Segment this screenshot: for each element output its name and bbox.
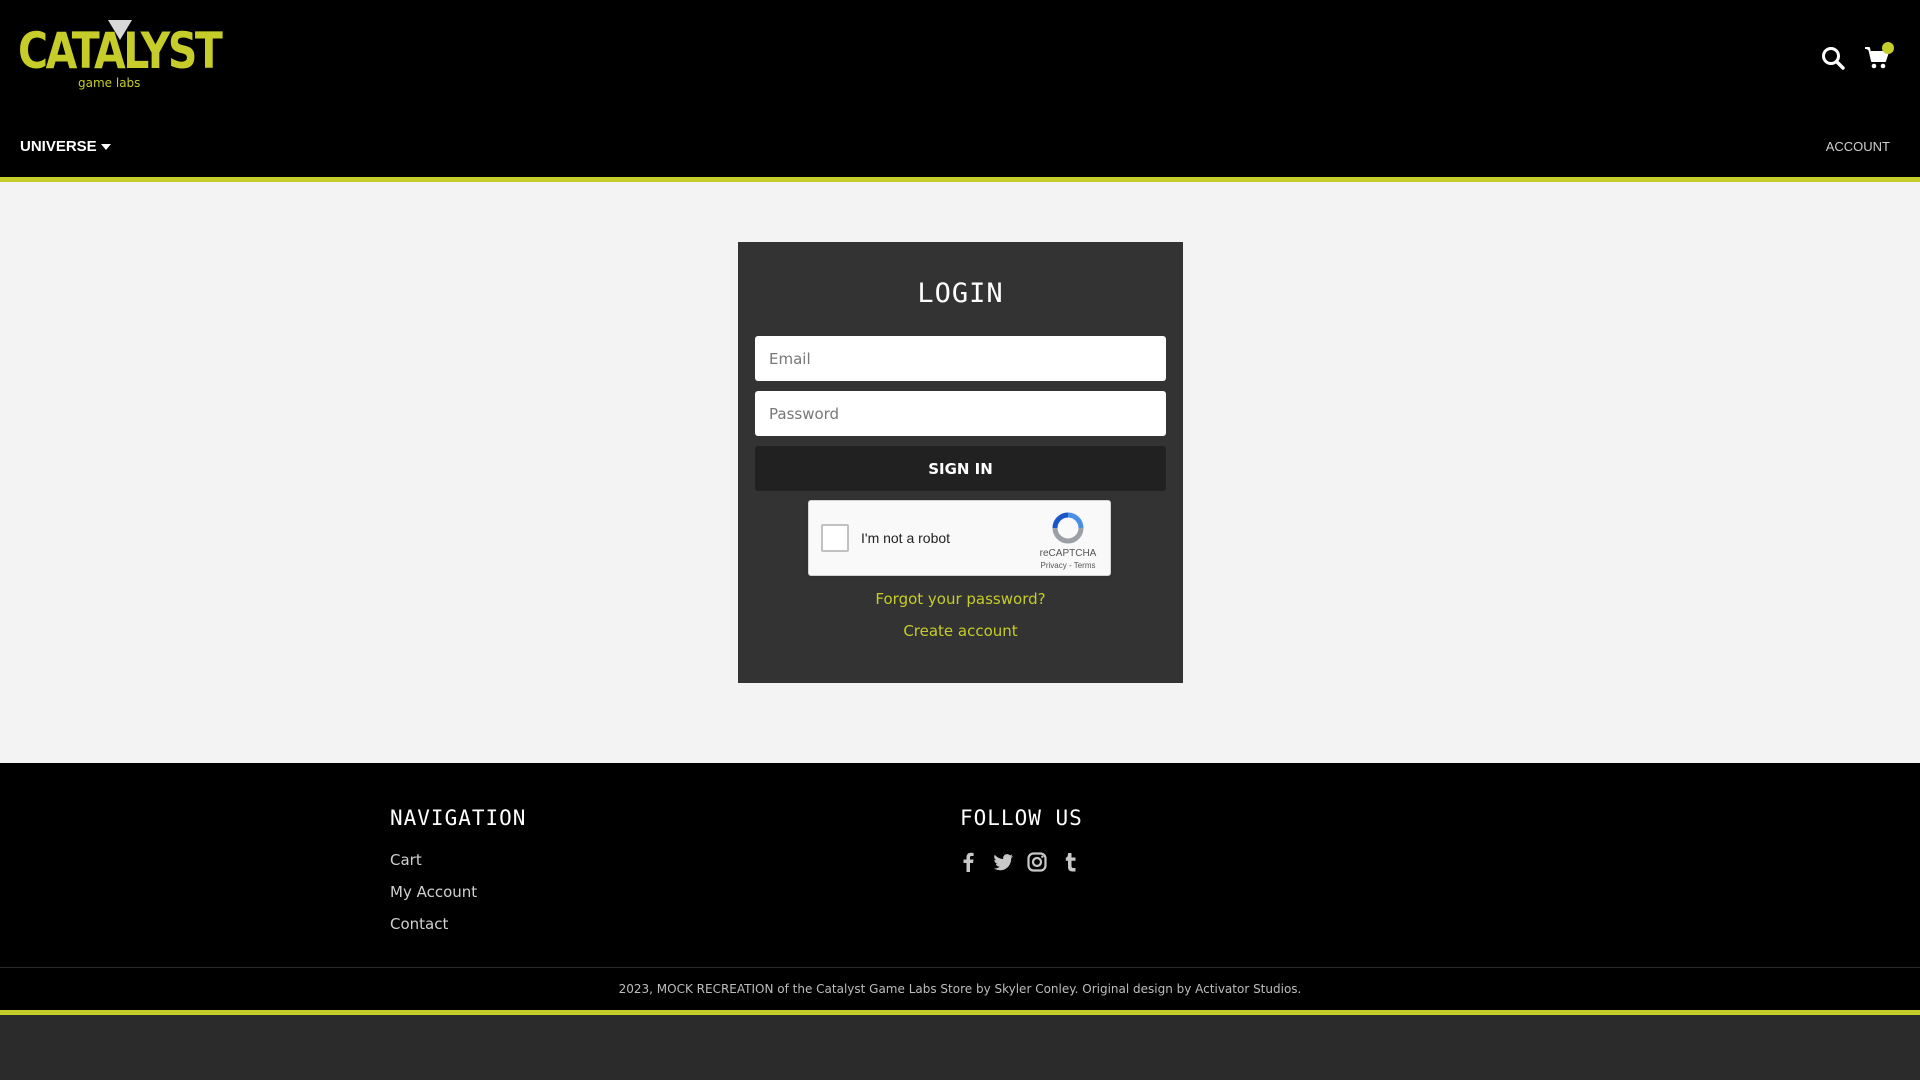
footer-follow-heading: FOLLOW US (960, 806, 1083, 830)
recaptcha-checkbox[interactable] (821, 524, 849, 552)
sign-in-button[interactable]: SIGN IN (755, 446, 1166, 491)
site-footer: NAVIGATION Cart My Account Contact FOLLO… (0, 763, 1920, 1010)
nav-universe-label: UNIVERSE (20, 138, 97, 155)
logo-subtitle: game labs (78, 76, 141, 90)
footer-nav-list: Cart My Account Contact (390, 851, 477, 947)
site-header: CATALYST game labs UNIVERSE ACCOUNT (0, 0, 1920, 177)
forgot-password-link[interactable]: Forgot your password? (738, 590, 1183, 608)
footer-navigation-heading: NAVIGATION (390, 806, 527, 830)
footer-nav-my-account[interactable]: My Account (390, 883, 477, 915)
logo-wordmark: CATALYST (18, 22, 223, 80)
footer-nav-contact[interactable]: Contact (390, 915, 477, 947)
nav-account-link[interactable]: ACCOUNT (1826, 139, 1890, 154)
nav-universe-menu[interactable]: UNIVERSE (20, 138, 111, 155)
tumblr-icon[interactable] (1060, 851, 1082, 873)
footer-divider (0, 967, 1920, 968)
recaptcha-widget: I'm not a robot reCAPTCHA Privacy - Term… (808, 500, 1111, 576)
login-title: LOGIN (917, 278, 1004, 309)
recaptcha-brand: reCAPTCHA (1039, 548, 1097, 559)
password-field[interactable] (755, 391, 1166, 436)
cart-badge (1882, 42, 1894, 54)
email-field[interactable] (755, 336, 1166, 381)
create-account-link[interactable]: Create account (738, 622, 1183, 640)
twitter-icon[interactable] (992, 851, 1014, 873)
instagram-icon[interactable] (1026, 851, 1048, 873)
login-card: LOGIN SIGN IN I'm not a robot reCAPTCHA … (738, 242, 1183, 683)
search-icon[interactable] (1820, 45, 1846, 71)
chevron-down-icon (100, 138, 111, 155)
recaptcha-logo-icon (1051, 511, 1085, 545)
facebook-icon[interactable] (958, 851, 980, 873)
header-accent-bar (0, 177, 1920, 182)
recaptcha-links[interactable]: Privacy - Terms (1033, 561, 1103, 570)
copyright-text: 2023, MOCK RECREATION of the Catalyst Ga… (618, 982, 1302, 996)
footer-nav-cart[interactable]: Cart (390, 851, 477, 883)
recaptcha-label: I'm not a robot (861, 530, 951, 546)
catalyst-logo[interactable]: CATALYST game labs (18, 20, 223, 94)
social-links (958, 851, 1082, 873)
bottom-band (0, 1015, 1920, 1080)
